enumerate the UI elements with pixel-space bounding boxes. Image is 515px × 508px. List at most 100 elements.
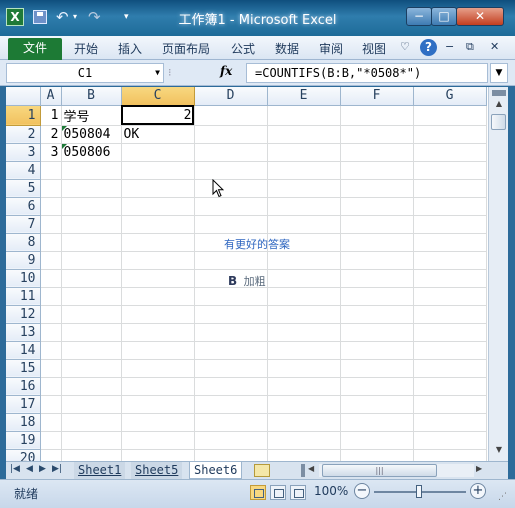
cell-f20[interactable] <box>340 449 414 461</box>
tab-page-layout[interactable]: 页面布局 <box>162 40 210 57</box>
cell-b12[interactable] <box>61 305 122 324</box>
workbook-minimize-button[interactable]: − <box>445 40 454 53</box>
cell-d2[interactable] <box>194 125 268 144</box>
ribbon-collapse-icon[interactable]: ♡ <box>400 40 410 53</box>
cell-d1[interactable] <box>194 105 268 126</box>
tab-review[interactable]: 审阅 <box>319 40 343 57</box>
cell-a18[interactable] <box>40 413 62 432</box>
sheet-tab-sheet5[interactable]: Sheet5 <box>131 462 183 479</box>
cell-b3[interactable]: 050806 <box>61 143 122 162</box>
cell-g3[interactable] <box>413 143 487 162</box>
cell-a5[interactable] <box>40 179 62 198</box>
cell-d14[interactable] <box>194 341 268 360</box>
last-sheet-icon[interactable]: ▶| <box>52 464 62 474</box>
row-header-3[interactable]: 3 <box>6 143 41 162</box>
select-all-corner[interactable] <box>6 87 41 106</box>
tab-formulas[interactable]: 公式 <box>231 40 255 57</box>
cell-d7[interactable] <box>194 215 268 234</box>
vertical-split-handle[interactable] <box>492 90 506 96</box>
cell-f10[interactable] <box>340 269 414 288</box>
workbook-close-button[interactable]: ✕ <box>490 40 499 53</box>
cell-e10[interactable] <box>267 269 341 288</box>
cell-a1[interactable]: 1 <box>40 105 62 126</box>
cell-f13[interactable] <box>340 323 414 342</box>
cell-c5[interactable] <box>121 179 195 198</box>
tab-home[interactable]: 开始 <box>74 40 98 57</box>
vertical-scroll-thumb[interactable] <box>491 114 506 130</box>
cell-d20[interactable] <box>194 449 268 461</box>
tab-insert[interactable]: 插入 <box>118 40 142 57</box>
cell-a8[interactable] <box>40 233 62 252</box>
cell-g17[interactable] <box>413 395 487 414</box>
insert-function-icon[interactable]: fx <box>220 64 232 78</box>
cell-a3[interactable]: 3 <box>40 143 62 162</box>
zoom-level[interactable]: 100% <box>314 484 348 498</box>
cell-f14[interactable] <box>340 341 414 360</box>
cell-e12[interactable] <box>267 305 341 324</box>
cell-g16[interactable] <box>413 377 487 396</box>
column-header-a[interactable]: A <box>40 87 62 106</box>
cell-f9[interactable] <box>340 251 414 270</box>
page-break-view-icon[interactable] <box>290 485 306 500</box>
row-header-1[interactable]: 1 <box>6 105 41 126</box>
cell-c3[interactable] <box>121 143 195 162</box>
cell-c11[interactable] <box>121 287 195 306</box>
cell-d12[interactable] <box>194 305 268 324</box>
cell-e18[interactable] <box>267 413 341 432</box>
cell-f8[interactable] <box>340 233 414 252</box>
cell-e1[interactable] <box>267 105 341 126</box>
cell-f19[interactable] <box>340 431 414 450</box>
cell-e17[interactable] <box>267 395 341 414</box>
zoom-out-button[interactable]: − <box>354 483 370 499</box>
cell-d17[interactable] <box>194 395 268 414</box>
cell-e13[interactable] <box>267 323 341 342</box>
cell-b13[interactable] <box>61 323 122 342</box>
zoom-slider-thumb[interactable] <box>416 485 422 498</box>
minimize-button[interactable]: − <box>406 7 432 26</box>
cell-b2[interactable]: 050804 <box>61 125 122 144</box>
row-header-5[interactable]: 5 <box>6 179 41 198</box>
cell-b4[interactable] <box>61 161 122 180</box>
row-header-8[interactable]: 8 <box>6 233 41 252</box>
cell-b15[interactable] <box>61 359 122 378</box>
cell-a11[interactable] <box>40 287 62 306</box>
cell-a9[interactable] <box>40 251 62 270</box>
normal-view-icon[interactable] <box>250 485 266 500</box>
cell-a10[interactable] <box>40 269 62 288</box>
cell-c10[interactable] <box>121 269 195 288</box>
cell-g6[interactable] <box>413 197 487 216</box>
cell-f2[interactable] <box>340 125 414 144</box>
horizontal-split-handle[interactable] <box>301 464 305 477</box>
cell-g18[interactable] <box>413 413 487 432</box>
cell-d16[interactable] <box>194 377 268 396</box>
cell-g9[interactable] <box>413 251 487 270</box>
cell-f17[interactable] <box>340 395 414 414</box>
cell-b16[interactable] <box>61 377 122 396</box>
cell-b1[interactable]: 学号 <box>61 105 122 126</box>
cell-a6[interactable] <box>40 197 62 216</box>
cell-d9[interactable] <box>194 251 268 270</box>
resize-grip-icon[interactable]: ⋰ <box>498 492 507 502</box>
cell-a7[interactable] <box>40 215 62 234</box>
cell-g2[interactable] <box>413 125 487 144</box>
next-sheet-icon[interactable]: ▶ <box>39 464 46 474</box>
cell-e16[interactable] <box>267 377 341 396</box>
cell-b5[interactable] <box>61 179 122 198</box>
cell-c9[interactable] <box>121 251 195 270</box>
column-header-e[interactable]: E <box>267 87 341 106</box>
cell-c19[interactable] <box>121 431 195 450</box>
close-button[interactable]: ✕ <box>456 7 504 26</box>
cell-a13[interactable] <box>40 323 62 342</box>
scroll-left-icon[interactable]: ◀ <box>308 464 314 473</box>
column-header-f[interactable]: F <box>340 87 414 106</box>
cell-b17[interactable] <box>61 395 122 414</box>
cell-b20[interactable] <box>61 449 122 461</box>
tab-file[interactable]: 文件 <box>8 38 62 60</box>
cell-g12[interactable] <box>413 305 487 324</box>
cell-c1[interactable]: 2 <box>121 105 195 126</box>
cell-d3[interactable] <box>194 143 268 162</box>
row-header-18[interactable]: 18 <box>6 413 41 432</box>
cell-d15[interactable] <box>194 359 268 378</box>
cell-c7[interactable] <box>121 215 195 234</box>
row-header-4[interactable]: 4 <box>6 161 41 180</box>
